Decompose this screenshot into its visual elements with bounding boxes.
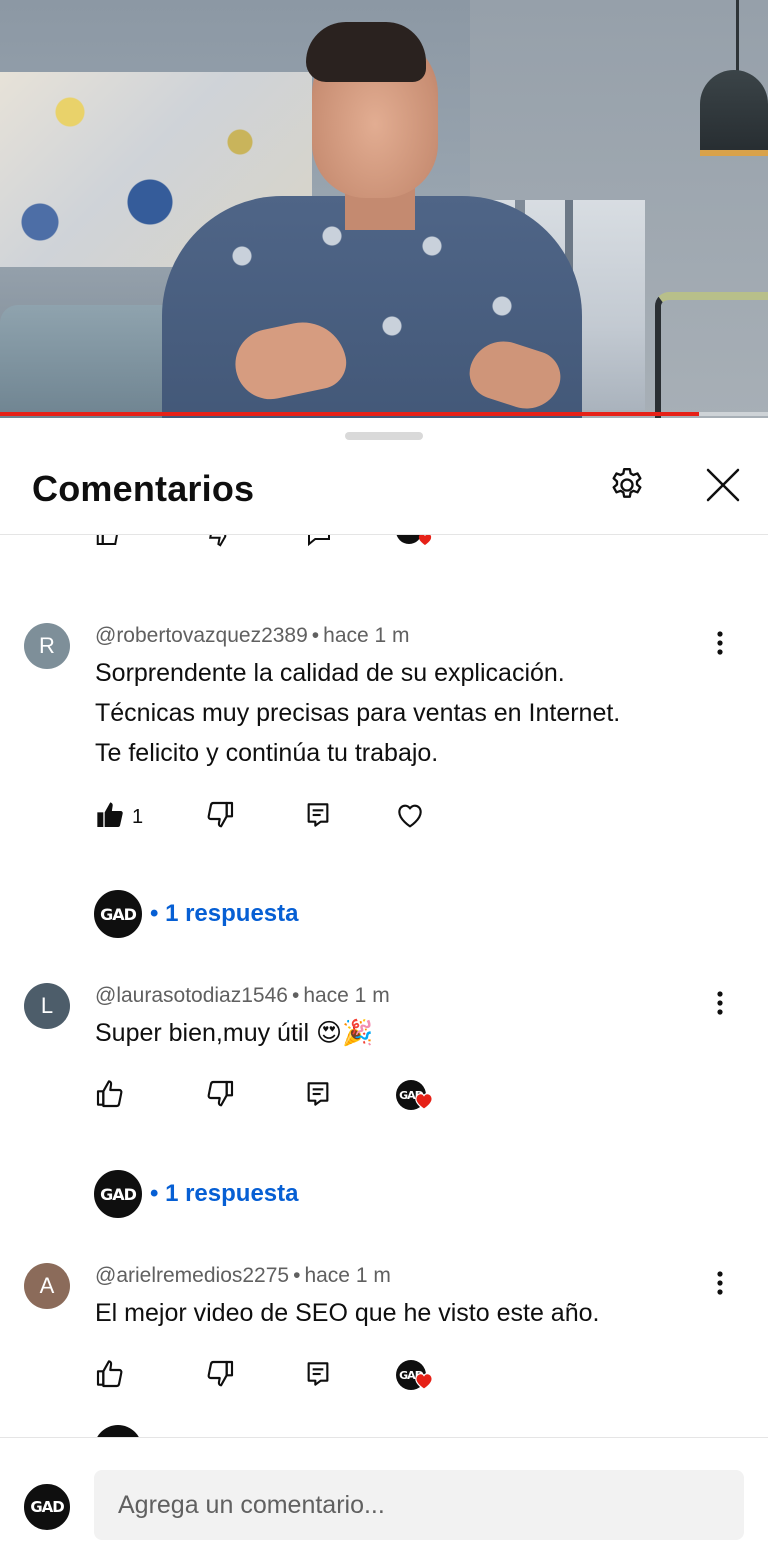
avatar-letter: L [40, 993, 54, 1018]
replies-link[interactable]: GAD • 1 respuesta [94, 889, 298, 939]
reply-icon [302, 1078, 334, 1115]
dislike-button[interactable] [204, 1078, 236, 1114]
replies-link[interactable]: GAD • 1 respuesta [94, 1169, 298, 1219]
comment-avatar[interactable]: R [24, 623, 70, 669]
heart-filled-icon [414, 1372, 434, 1395]
comment-meta: @robertovazquez2389 • hace 1 m [95, 624, 410, 648]
comment-line: El mejor video de SEO que he visto este … [95, 1299, 600, 1327]
dislike-button[interactable] [204, 799, 236, 835]
like-icon[interactable] [94, 535, 124, 554]
reply-button[interactable] [302, 799, 334, 835]
video-lamp-cord [736, 0, 739, 74]
reply-icon [302, 799, 334, 836]
comment-line: Te felicito y continúa tu trabajo. [95, 739, 439, 767]
comment-actions: GAD [94, 1358, 454, 1394]
user-avatar[interactable]: GAD [24, 1484, 70, 1530]
comment-line: Sorprendente la calidad de su explicació… [95, 659, 565, 687]
like-button[interactable] [94, 1078, 126, 1114]
like-icon [94, 1078, 126, 1115]
comment-meta: @arielremedios2275 • hace 1 m [95, 1264, 391, 1288]
previous-comment-actions [94, 535, 454, 549]
close-icon [703, 465, 743, 510]
reply-button[interactable] [302, 1358, 334, 1394]
reply-icon[interactable] [304, 535, 334, 554]
comment-author[interactable]: @laurasotodiaz1546 [95, 984, 288, 1007]
comment-avatar[interactable]: L [24, 983, 70, 1029]
comment-line: Super bien,muy útil 😍🎉 [95, 1019, 374, 1047]
video-player[interactable] [0, 0, 768, 418]
comment-text: Sorprendente la calidad de su explicació… [95, 653, 715, 773]
comment-time: hace 1 m [303, 984, 390, 1007]
video-chair [655, 292, 768, 418]
creator-heart-badge: GAD [396, 1078, 436, 1114]
like-count: 1 [132, 805, 144, 828]
comment-text: El mejor video de SEO que he visto este … [95, 1293, 715, 1333]
comment-text: Super bien,muy útil 😍🎉 [95, 1013, 715, 1053]
dislike-icon [204, 1358, 236, 1395]
heart-filled-icon [414, 1092, 434, 1115]
video-progress-fill [0, 412, 699, 416]
meta-separator: • [293, 1264, 301, 1287]
like-icon [94, 1358, 126, 1395]
reply-button[interactable] [302, 1078, 334, 1114]
video-lamp-glow [700, 150, 768, 156]
comment-author[interactable]: @robertovazquez2389 [95, 624, 308, 647]
comment-composer: GAD [0, 1438, 768, 1543]
comment-author[interactable]: @arielremedios2275 [95, 1264, 289, 1287]
creator-avatar: GAD [94, 1170, 142, 1218]
more-vert-icon [716, 1270, 724, 1301]
next-item-avatar-peek [94, 1425, 142, 1437]
dislike-icon [204, 799, 236, 836]
video-lamp [700, 70, 768, 156]
avatar-letter: R [39, 633, 55, 658]
meta-separator: • [311, 624, 320, 647]
comment-actions: GAD [94, 1078, 454, 1114]
comment-time: hace 1 m [304, 1264, 391, 1287]
comment-time: hace 1 m [323, 624, 410, 647]
comment-line: Técnicas muy precisas para ventas en Int… [95, 699, 621, 727]
more-vert-icon [716, 630, 724, 661]
dislike-icon[interactable] [204, 535, 234, 554]
comment-actions: 1 [94, 799, 454, 835]
comment-meta: @laurasotodiaz1546 • hace 1 m [95, 984, 390, 1008]
close-button[interactable] [700, 464, 746, 510]
comment-avatar[interactable]: A [24, 1263, 70, 1309]
heart-outline-icon [394, 799, 426, 836]
video-presenter-hair [306, 22, 426, 82]
meta-separator: • [291, 984, 300, 1007]
comments-sheet: Comentarios R @robertovazquez2389 • hace… [0, 418, 768, 1543]
creator-avatar: GAD [94, 890, 142, 938]
video-progress-bar[interactable] [0, 412, 768, 416]
replies-label: • 1 respuesta [150, 1180, 299, 1207]
gear-icon [607, 465, 647, 510]
add-comment-input[interactable] [94, 1470, 744, 1540]
like-filled-icon [94, 799, 126, 836]
dislike-icon [204, 1078, 236, 1115]
reply-icon [302, 1358, 334, 1395]
more-vert-icon [716, 990, 724, 1021]
creator-heart-badge: GAD [396, 1358, 436, 1394]
settings-button[interactable] [604, 464, 650, 510]
heart-button[interactable] [394, 799, 426, 835]
dislike-button[interactable] [204, 1358, 236, 1394]
replies-label: • 1 respuesta [150, 900, 299, 927]
avatar-letter: A [39, 1273, 55, 1298]
sheet-drag-handle[interactable] [345, 432, 423, 440]
like-button[interactable]: 1 [94, 799, 143, 835]
like-button[interactable] [94, 1358, 126, 1394]
comment-list[interactable]: R @robertovazquez2389 • hace 1 m Sorprende… [0, 535, 768, 1437]
sheet-title: Comentarios [32, 468, 255, 509]
creator-heart-icon [394, 535, 434, 554]
